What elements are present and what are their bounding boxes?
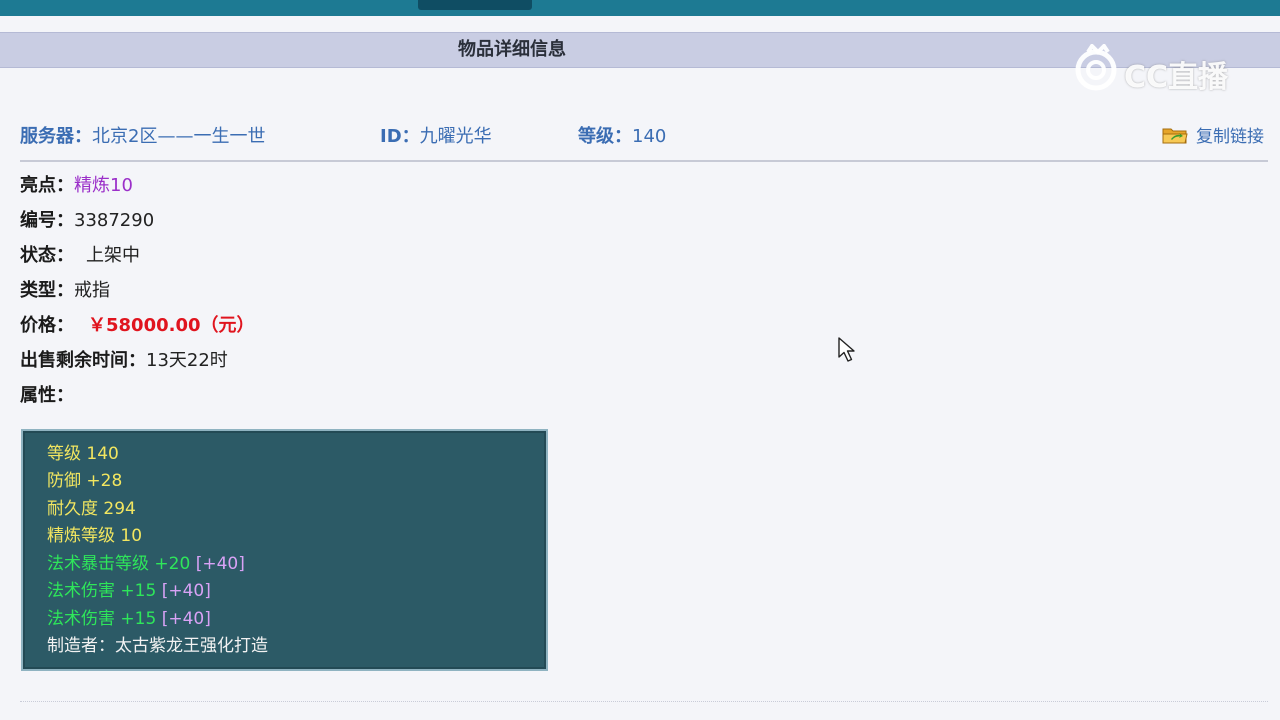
folder-icon xyxy=(1162,128,1188,144)
highlight-value: 精炼10 xyxy=(74,175,133,196)
server-value: 北京2区——一生一世 xyxy=(92,126,266,147)
cc-logo-icon xyxy=(1075,42,1117,91)
attr-magic-damage-2: 法术伤害 +15 [+40] xyxy=(47,606,211,633)
number-label: 编号： xyxy=(20,210,74,231)
item-info-bar: 服务器：北京2区——一生一世 ID：九曜光华 等级：140 复制链接 xyxy=(20,122,1264,150)
top-nav xyxy=(0,0,1280,16)
attr-defense: 防御 +28 xyxy=(47,471,123,491)
copy-link-label[interactable]: 复制链接 xyxy=(1196,127,1264,147)
price-row: 价格： ￥58000.00（元） xyxy=(20,313,255,339)
mouse-cursor-icon xyxy=(838,337,855,362)
server-info: 服务器：北京2区——一生一世 xyxy=(20,122,265,148)
time-left-label: 出售剩余时间： xyxy=(20,350,146,371)
type-value: 戒指 xyxy=(74,280,110,301)
price-value: ￥58000.00（元） xyxy=(88,315,255,336)
time-left-row: 出售剩余时间：13天22时 xyxy=(20,348,228,374)
attr-magic-damage-2-main: 法术伤害 +15 xyxy=(47,609,157,629)
number-value: 3387290 xyxy=(74,210,155,231)
attr-level: 等级 140 xyxy=(47,444,119,464)
attr-magic-damage-2-bonus: [+40] xyxy=(161,609,211,629)
attr-magic-damage-1: 法术伤害 +15 [+40] xyxy=(47,578,211,605)
attr-durability: 耐久度 294 xyxy=(47,499,136,519)
cc-live-watermark: CC直播 xyxy=(1072,42,1242,95)
server-label: 服务器： xyxy=(20,126,92,147)
level-value: 140 xyxy=(632,126,667,147)
attr-magic-damage-1-main: 法术伤害 +15 xyxy=(47,581,157,601)
type-row: 类型：戒指 xyxy=(20,278,110,304)
page-title: 物品详细信息 xyxy=(458,39,566,60)
attr-crafter: 制造者：太古紫龙王强化打造 xyxy=(47,636,268,656)
id-value: 九曜光华 xyxy=(419,126,492,147)
price-label: 价格： xyxy=(20,315,74,336)
attributes-label: 属性： xyxy=(20,385,74,406)
type-label: 类型： xyxy=(20,280,74,301)
attr-magic-crit: 法术暴击等级 +20 [+40] xyxy=(47,551,245,578)
section-divider xyxy=(20,160,1268,162)
attr-magic-crit-bonus: [+40] xyxy=(195,554,245,574)
bottom-divider xyxy=(20,701,1268,702)
id-label: ID： xyxy=(380,126,420,147)
watermark-text: CC直播 xyxy=(1124,60,1229,95)
status-value: 上架中 xyxy=(86,245,140,266)
attr-magic-crit-main: 法术暴击等级 +20 xyxy=(47,554,191,574)
status-label: 状态： xyxy=(20,245,74,266)
status-row: 状态： 上架中 xyxy=(20,243,140,269)
number-row: 编号：3387290 xyxy=(20,208,154,234)
level-label: 等级： xyxy=(578,126,632,147)
level-info: 等级：140 xyxy=(578,122,666,148)
attr-refine-level: 精炼等级 10 xyxy=(47,526,143,546)
attributes-row: 属性： xyxy=(20,383,74,409)
attr-magic-damage-1-bonus: [+40] xyxy=(161,581,211,601)
highlight-row: 亮点：精炼10 xyxy=(20,173,133,199)
nav-tab-active[interactable] xyxy=(418,0,532,10)
item-attributes-panel: 等级 140 防御 +28 耐久度 294 精炼等级 10 法术暴击等级 +20… xyxy=(21,429,548,671)
id-info: ID：九曜光华 xyxy=(380,122,492,148)
highlight-label: 亮点： xyxy=(20,175,74,196)
copy-link-button[interactable]: 复制链接 xyxy=(1162,122,1264,147)
time-left-value: 13天22时 xyxy=(146,350,228,371)
